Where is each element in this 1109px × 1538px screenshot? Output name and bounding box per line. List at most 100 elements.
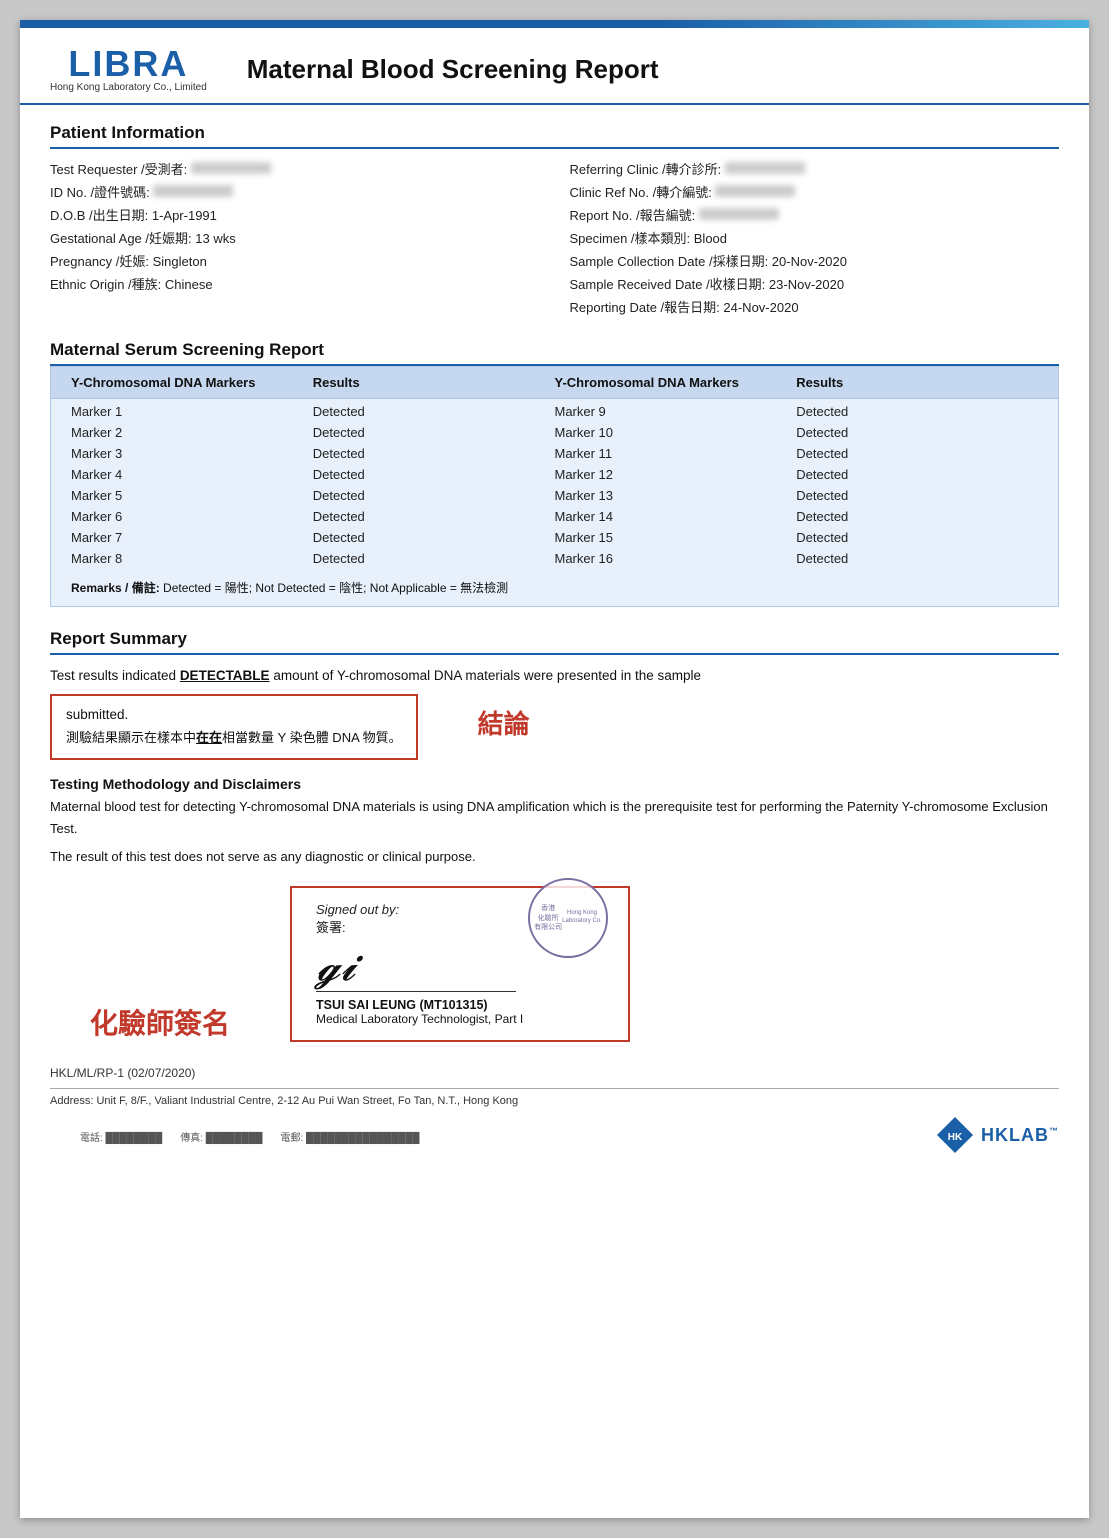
marker-7-result: Detected <box>313 527 555 548</box>
info-row-requester: Test Requester /受測者: REDACTED <box>50 157 540 180</box>
dna-table-body: Marker 1 Marker 2 Marker 3 Marker 4 Mark… <box>51 399 1058 571</box>
info-row-reporting-date: Reporting Date /報告日期: 24-Nov-2020 <box>570 295 1060 318</box>
marker-5-name: Marker 5 <box>71 485 313 506</box>
info-row-gestational: Gestational Age /妊娠期: 13 wks <box>50 226 540 249</box>
marker-1-result: Detected <box>313 401 555 422</box>
logo-libra: LIBRA <box>68 43 188 84</box>
methodology-text2: The result of this test does not serve a… <box>50 846 1059 868</box>
markers-left-col: Marker 1 Marker 2 Marker 3 Marker 4 Mark… <box>71 401 313 569</box>
sign-box: 香港化驗所有限公司Hong KongLaboratory Co. Signed … <box>290 886 630 1042</box>
marker-8-result: Detected <box>313 548 555 569</box>
results-right-col: Detected Detected Detected Detected Dete… <box>796 401 1038 569</box>
footer-doc-number: HKL/ML/RP-1 (02/07/2020) <box>50 1066 1059 1080</box>
marker-16-result: Detected <box>796 548 1038 569</box>
sign-section: 化驗師簽名 香港化驗所有限公司Hong KongLaboratory Co. S… <box>50 886 1059 1042</box>
info-row-collection-date: Sample Collection Date /採樣日期: 20-Nov-202… <box>570 249 1060 272</box>
footer-phone: 電話: ████████ <box>80 1129 162 1144</box>
marker-4-name: Marker 4 <box>71 464 313 485</box>
ethnic-value: Chinese <box>165 277 213 292</box>
info-row-report-no: Report No. /報告編號: REDACTED <box>570 203 1060 226</box>
submitted-box: submitted. 測驗結果顯示在樣本中在在相當數量 Y 染色體 DNA 物質… <box>50 694 418 760</box>
conclusion-box: submitted. 測驗結果顯示在樣本中在在相當數量 Y 染色體 DNA 物質… <box>50 694 1059 760</box>
col-header-marker-left: Y-Chromosomal DNA Markers <box>71 375 313 390</box>
methodology-title: Testing Methodology and Disclaimers <box>50 776 1059 792</box>
info-row-received-date: Sample Received Date /收樣日期: 23-Nov-2020 <box>570 272 1060 295</box>
report-title: Maternal Blood Screening Report <box>247 54 659 85</box>
conclusion-label: 結論 <box>478 704 530 741</box>
info-row-ethnic: Ethnic Origin /種族: Chinese <box>50 272 540 295</box>
info-row-id: ID No. /證件號碼: REDACTED <box>50 180 540 203</box>
marker-5-result: Detected <box>313 485 555 506</box>
footer-email: 電郵: ████████████████ <box>281 1129 420 1144</box>
chinese-keyword: 在在 <box>196 730 222 745</box>
marker-2-name: Marker 2 <box>71 422 313 443</box>
report-page: LIBRA Hong Kong Laboratory Co., Limited … <box>20 20 1089 1518</box>
marker-15-result: Detected <box>796 527 1038 548</box>
marker-3-name: Marker 3 <box>71 443 313 464</box>
marker-8-name: Marker 8 <box>71 548 313 569</box>
patient-info-grid: Test Requester /受測者: REDACTED ID No. /證件… <box>50 157 1059 318</box>
signer-title: Medical Laboratory Technologist, Part I <box>316 1012 604 1026</box>
marker-3-result: Detected <box>313 443 555 464</box>
footer-address: Address: Unit F, 8/F., Valiant Industria… <box>20 1089 1089 1111</box>
summary-text-line1: Test results indicated DETECTABLE amount… <box>50 665 1059 688</box>
marker-6-name: Marker 6 <box>71 506 313 527</box>
top-bar <box>20 20 1089 28</box>
chinese-result-text: 測驗結果顯示在樣本中在在相當數量 Y 染色體 DNA 物質。 <box>66 730 402 745</box>
markers-right-col: Marker 9 Marker 10 Marker 11 Marker 12 M… <box>555 401 797 569</box>
dob-value: 1-Apr-1991 <box>152 208 217 223</box>
marker-4-result: Detected <box>313 464 555 485</box>
patient-info-left: Test Requester /受測者: REDACTED ID No. /證件… <box>50 157 540 318</box>
chemist-label: 化驗師簽名 <box>90 1002 230 1042</box>
results-left-col: Detected Detected Detected Detected Dete… <box>313 401 555 569</box>
marker-10-result: Detected <box>796 422 1038 443</box>
report-header: LIBRA Hong Kong Laboratory Co., Limited … <box>20 28 1089 105</box>
marker-11-name: Marker 11 <box>555 443 797 464</box>
col-header-result-left: Results <box>313 375 555 390</box>
methodology-text1: Maternal blood test for detecting Y-chro… <box>50 796 1059 840</box>
marker-12-name: Marker 12 <box>555 464 797 485</box>
footer-fax: 傳真: ████████ <box>180 1129 262 1144</box>
marker-14-result: Detected <box>796 506 1038 527</box>
report-summary-title: Report Summary <box>50 625 1059 655</box>
collection-date-value: 20-Nov-2020 <box>772 254 847 269</box>
marker-9-result: Detected <box>796 401 1038 422</box>
marker-9-name: Marker 9 <box>555 401 797 422</box>
signer-name: TSUI SAI LEUNG (MT101315) <box>316 998 604 1012</box>
dna-table-wrapper: Y-Chromosomal DNA Markers Results Y-Chro… <box>50 366 1059 607</box>
submitted-text: submitted. <box>66 707 128 722</box>
patient-info-section: Patient Information Test Requester /受測者:… <box>20 105 1089 326</box>
info-row-pregnancy: Pregnancy /妊娠: Singleton <box>50 249 540 272</box>
serum-screening-title: Maternal Serum Screening Report <box>50 336 1059 366</box>
gestational-value: 13 wks <box>195 231 235 246</box>
marker-2-result: Detected <box>313 422 555 443</box>
marker-12-result: Detected <box>796 464 1038 485</box>
logo-area: LIBRA Hong Kong Laboratory Co., Limited <box>50 46 207 93</box>
col-header-result-right: Results <box>796 375 1038 390</box>
col-header-marker-right: Y-Chromosomal DNA Markers <box>555 375 797 390</box>
marker-6-result: Detected <box>313 506 555 527</box>
remarks-row: Remarks / 備註: Detected = 陽性; Not Detecte… <box>51 571 1058 596</box>
hklab-logo: HK HKLAB™ <box>935 1115 1059 1155</box>
footer-contacts: 電話: ████████ 傳真: ████████ 電郵: ██████████… <box>50 1127 449 1144</box>
received-date-value: 23-Nov-2020 <box>769 277 844 292</box>
detectable-keyword: DETECTABLE <box>180 668 270 683</box>
marker-10-name: Marker 10 <box>555 422 797 443</box>
logo-text: LIBRA <box>68 46 188 82</box>
report-summary-section: Report Summary Test results indicated DE… <box>50 625 1059 1042</box>
svg-text:HK: HK <box>948 1132 963 1143</box>
info-row-specimen: Specimen /樣本類別: Blood <box>570 226 1060 249</box>
dna-table-header: Y-Chromosomal DNA Markers Results Y-Chro… <box>51 367 1058 399</box>
marker-13-name: Marker 13 <box>555 485 797 506</box>
marker-13-result: Detected <box>796 485 1038 506</box>
marker-15-name: Marker 15 <box>555 527 797 548</box>
signature-image: 𝓰𝓲 <box>316 942 516 992</box>
serum-screening-section: Maternal Serum Screening Report Y-Chromo… <box>50 336 1059 607</box>
info-row-clinic-ref: Clinic Ref No. /轉介編號: REDACTED <box>570 180 1060 203</box>
lab-stamp: 香港化驗所有限公司Hong KongLaboratory Co. <box>528 878 608 958</box>
marker-11-result: Detected <box>796 443 1038 464</box>
marker-16-name: Marker 16 <box>555 548 797 569</box>
hklab-diamond-icon: HK <box>935 1115 975 1155</box>
specimen-value: Blood <box>694 231 727 246</box>
patient-info-right: Referring Clinic /轉介診所: REDACTED Clinic … <box>570 157 1060 318</box>
